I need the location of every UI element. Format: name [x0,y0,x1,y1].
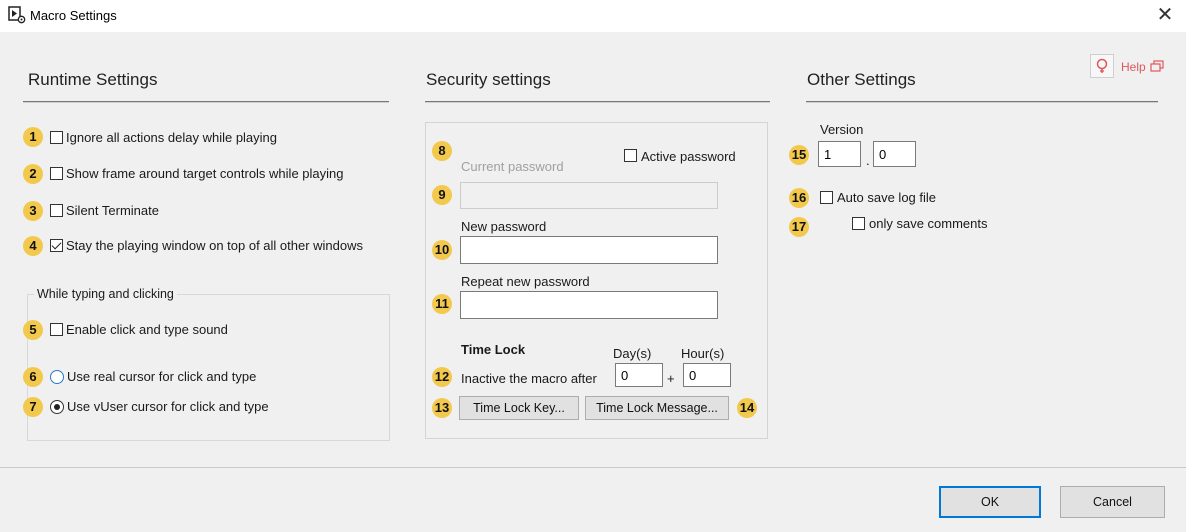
security-settings-rule [425,101,770,103]
cancel-button[interactable]: Cancel [1060,486,1165,518]
badge-17: 17 [789,217,809,237]
only-save-comments-checkbox[interactable] [852,217,865,230]
title-bar [0,0,1186,32]
days-input[interactable] [615,363,663,387]
badge-2: 2 [23,164,43,184]
close-button[interactable]: ✕ [1150,2,1180,28]
badge-1: 1 [23,127,43,147]
real-cursor-label[interactable]: Use real cursor for click and type [67,369,256,384]
current-password-label: Current password [461,159,564,174]
badge-9: 9 [432,185,452,205]
external-window-icon [1150,60,1164,75]
security-settings-title: Security settings [426,70,551,89]
version-dot: . [866,153,870,168]
badge-15: 15 [789,145,809,165]
badge-13: 13 [432,398,452,418]
badge-8: 8 [432,141,452,161]
active-password-label[interactable]: Active password [641,149,736,164]
current-password-input[interactable] [460,182,718,209]
runtime-settings-rule [23,101,389,103]
badge-3: 3 [23,201,43,221]
badge-5: 5 [23,320,43,340]
ignore-delay-label[interactable]: Ignore all actions delay while playing [66,130,277,145]
badge-10: 10 [432,240,452,260]
help-link[interactable]: Help [1121,60,1146,74]
click-sound-checkbox[interactable] [50,323,63,336]
version-major-input[interactable] [818,141,861,167]
vuser-cursor-label[interactable]: Use vUser cursor for click and type [67,399,269,414]
badge-7: 7 [23,397,43,417]
repeat-password-input[interactable] [460,291,718,319]
time-lock-key-button[interactable]: Time Lock Key... [459,396,579,420]
badge-16: 16 [789,188,809,208]
version-label: Version [820,122,864,137]
ok-button[interactable]: OK [939,486,1041,518]
typing-clicking-legend: While typing and clicking [34,287,177,301]
runtime-settings-title: Runtime Settings [28,70,158,89]
ignore-delay-checkbox[interactable] [50,131,63,144]
vuser-cursor-radio[interactable] [50,400,64,414]
badge-14: 14 [737,398,757,418]
other-settings-rule [806,101,1158,103]
help-icon [1096,58,1108,73]
days-label: Day(s) [613,346,652,361]
hours-input[interactable] [683,363,731,387]
stay-on-top-label[interactable]: Stay the playing window on top of all ot… [66,238,363,253]
macro-app-icon [8,6,26,24]
click-sound-label[interactable]: Enable click and type sound [66,322,228,337]
autosave-log-label[interactable]: Auto save log file [837,190,936,205]
typing-clicking-group [27,294,390,441]
real-cursor-radio[interactable] [50,370,64,384]
other-settings-title: Other Settings [807,70,916,89]
stay-on-top-checkbox[interactable] [50,239,63,252]
time-lock-message-button[interactable]: Time Lock Message... [585,396,729,420]
footer-divider [0,467,1186,468]
hours-label: Hour(s) [681,346,725,361]
inactive-macro-label: Inactive the macro after [461,371,597,386]
new-password-input[interactable] [460,236,718,264]
window-title: Macro Settings [30,8,117,23]
silent-terminate-label[interactable]: Silent Terminate [66,203,159,218]
new-password-label: New password [461,219,547,234]
time-lock-title: Time Lock [461,342,526,357]
badge-11: 11 [432,294,452,314]
active-password-checkbox[interactable] [624,149,637,162]
version-minor-input[interactable] [873,141,916,167]
show-frame-checkbox[interactable] [50,167,63,180]
autosave-log-checkbox[interactable] [820,191,833,204]
badge-4: 4 [23,236,43,256]
only-save-comments-label[interactable]: only save comments [869,216,988,231]
badge-6: 6 [23,367,43,387]
help-button-box[interactable] [1090,54,1114,78]
repeat-password-label: Repeat new password [461,274,590,289]
badge-12: 12 [432,367,452,387]
silent-terminate-checkbox[interactable] [50,204,63,217]
show-frame-label[interactable]: Show frame around target controls while … [66,166,343,181]
plus-sign: + [667,371,675,386]
